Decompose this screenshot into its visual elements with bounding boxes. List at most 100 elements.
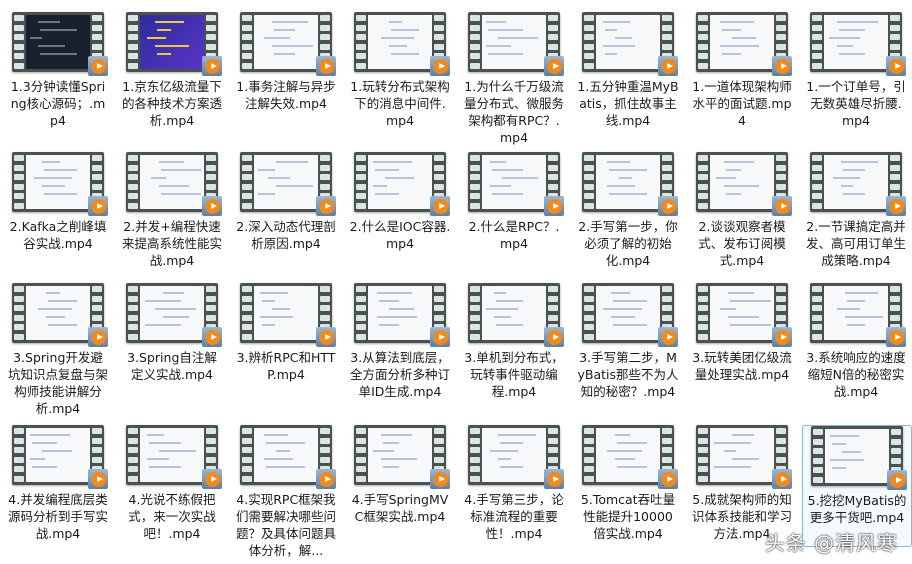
video-thumbnail	[582, 152, 678, 216]
video-file-item[interactable]: 1.为什么千万级流量分布式、微服务架构都有RPC？.mp4	[460, 12, 568, 146]
film-strip-icon	[242, 428, 252, 482]
video-file-item[interactable]: 3.系统响应的速度缩短N倍的秘密实战.mp4	[802, 283, 910, 400]
video-thumbnail	[12, 12, 108, 76]
thumbnail-screen	[254, 15, 318, 69]
video-file-item[interactable]: 5.成就架构师的知识体系技能和学习方法.mp4	[688, 425, 796, 542]
play-icon	[887, 470, 907, 490]
play-icon	[88, 327, 108, 347]
thumbnail-screen	[368, 428, 432, 482]
video-thumbnail	[354, 283, 450, 347]
thumbnail-screen	[254, 286, 318, 340]
thumbnail-screen	[482, 428, 546, 482]
play-icon	[202, 469, 222, 489]
video-file-item[interactable]: 1.一道体现架构师水平的面试题.mp4	[688, 12, 796, 129]
video-file-item[interactable]: 3.Spring开发避坑知识点复盘与架构师技能讲解分析.mp4	[4, 283, 112, 417]
film-strip-icon	[356, 15, 366, 69]
file-name: 3.单机到分布式，玩转事件驱动编程.mp4	[464, 350, 564, 399]
play-icon	[430, 196, 450, 216]
video-thumbnail	[126, 152, 222, 216]
play-icon	[772, 469, 792, 489]
video-file-item[interactable]: 1.事务注解与异步注解失效.mp4	[232, 12, 340, 112]
video-file-item[interactable]: 3.手写第二步，MyBatis那些不为人知的秘密？.mp4	[574, 283, 682, 400]
video-thumbnail	[126, 283, 222, 347]
video-thumbnail	[354, 425, 450, 489]
film-strip-icon	[14, 286, 24, 340]
video-file-item[interactable]: 3.辨析RPC和HTTP.mp4	[232, 283, 340, 383]
play-icon	[544, 196, 564, 216]
file-name: 4.光说不练假把式，来一次实战吧！.mp4	[128, 492, 216, 541]
video-file-item[interactable]: 1.3分钟读懂Spring核心源码；.mp4	[4, 12, 112, 129]
play-icon	[202, 196, 222, 216]
video-file-item[interactable]: 2.什么是IOC容器.mp4	[346, 152, 454, 252]
play-icon	[316, 196, 336, 216]
file-name: 4.并发编程底层类源码分析到手写实战.mp4	[7, 492, 108, 541]
video-file-item[interactable]: 1.玩转分布式架构下的消息中间件.mp4	[346, 12, 454, 129]
video-file-item[interactable]: 2.并发+编程快速来提高系统性能实战.mp4	[118, 152, 226, 269]
play-icon	[430, 327, 450, 347]
thumbnail-screen	[254, 428, 318, 482]
play-icon	[772, 196, 792, 216]
video-thumbnail	[240, 12, 336, 76]
thumbnail-screen	[26, 286, 90, 340]
film-strip-icon	[356, 286, 366, 340]
video-thumbnail	[12, 425, 108, 489]
video-file-item[interactable]: 2.谈谈观察者模式、发布订阅模式.mp4	[688, 152, 796, 269]
play-icon	[430, 469, 450, 489]
video-file-item[interactable]: 1.一个订单号，引无数英雄尽折腰.mp4	[802, 12, 910, 129]
video-file-item[interactable]: 4.手写第三步，论标准流程的重要性！.mp4	[460, 425, 568, 542]
thumbnail-screen	[482, 15, 546, 69]
video-file-item[interactable]: 1.京东亿级流量下的各种技术方案透析.mp4	[118, 12, 226, 129]
thumbnail-screen	[368, 15, 432, 69]
thumbnail-screen	[140, 155, 204, 209]
video-thumbnail	[126, 12, 222, 76]
video-file-item[interactable]: 2.深入动态代理剖析原因.mp4	[232, 152, 340, 252]
thumbnail-screen	[825, 429, 889, 483]
thumbnail-screen	[710, 155, 774, 209]
thumbnail-screen	[26, 155, 90, 209]
video-thumbnail	[354, 152, 450, 216]
thumbnail-screen	[26, 15, 90, 69]
file-name: 1.事务注解与异步注解失效.mp4	[236, 79, 336, 111]
file-name: 3.Spring开发避坑知识点复盘与架构师技能讲解分析.mp4	[7, 350, 108, 416]
video-file-item[interactable]: 4.光说不练假把式，来一次实战吧！.mp4	[118, 425, 226, 542]
film-strip-icon	[14, 155, 24, 209]
video-file-item[interactable]: 4.实现RPC框架我们需要解决哪些问题？及具体问题具体分析，解...	[232, 425, 340, 559]
file-name: 5.挖挖MyBatis的更多干货吧.mp4	[807, 493, 907, 525]
thumbnail-screen	[710, 428, 774, 482]
file-name: 3.手写第二步，MyBatis那些不为人知的秘密？.mp4	[577, 350, 679, 399]
file-name: 2.手写第一步，你必须了解的初始化.mp4	[578, 219, 678, 268]
video-thumbnail	[12, 152, 108, 216]
thumbnail-screen	[482, 286, 546, 340]
play-icon	[88, 196, 108, 216]
thumbnail-screen	[140, 15, 204, 69]
video-thumbnail	[468, 283, 564, 347]
file-name: 2.Kafka之削峰填谷实战.mp4	[9, 219, 107, 251]
thumbnail-screen	[596, 155, 660, 209]
file-name: 3.玩转美团亿级流量处理实战.mp4	[692, 350, 792, 382]
video-file-item[interactable]: 2.一节课搞定高并发、高可用订单生成策略.mp4	[802, 152, 910, 269]
film-strip-icon	[470, 286, 480, 340]
video-file-item[interactable]: 4.并发编程底层类源码分析到手写实战.mp4	[4, 425, 112, 542]
video-file-item[interactable]: 3.玩转美团亿级流量处理实战.mp4	[688, 283, 796, 383]
thumbnail-screen	[710, 286, 774, 340]
video-thumbnail	[582, 283, 678, 347]
thumbnail-screen	[140, 286, 204, 340]
video-file-item[interactable]: 3.Spring自注解定义实战.mp4	[118, 283, 226, 383]
video-file-item[interactable]: 2.什么是RPC？.mp4	[460, 152, 568, 252]
film-strip-icon	[470, 15, 480, 69]
video-thumbnail	[696, 425, 792, 489]
film-strip-icon	[242, 286, 252, 340]
video-thumbnail	[696, 283, 792, 347]
film-strip-icon	[14, 428, 24, 482]
video-thumbnail	[468, 425, 564, 489]
video-file-item[interactable]: 3.单机到分布式，玩转事件驱动编程.mp4	[460, 283, 568, 400]
video-file-item[interactable]: 3.从算法到底层，全方面分析多种订单ID生成.mp4	[346, 283, 454, 400]
video-thumbnail	[354, 12, 450, 76]
video-file-item[interactable]: 5.Tomcat吞吐量性能提升10000倍实战.mp4	[574, 425, 682, 542]
video-thumbnail	[582, 12, 678, 76]
video-file-item[interactable]: 4.手写SpringMVC框架实战.mp4	[346, 425, 454, 525]
video-file-item[interactable]: 1.五分钟重温MyBatis，抓住故事主线.mp4	[574, 12, 682, 129]
film-strip-icon	[128, 428, 138, 482]
video-file-item[interactable]: 2.手写第一步，你必须了解的初始化.mp4	[574, 152, 682, 269]
video-file-item[interactable]: 2.Kafka之削峰填谷实战.mp4	[4, 152, 112, 252]
